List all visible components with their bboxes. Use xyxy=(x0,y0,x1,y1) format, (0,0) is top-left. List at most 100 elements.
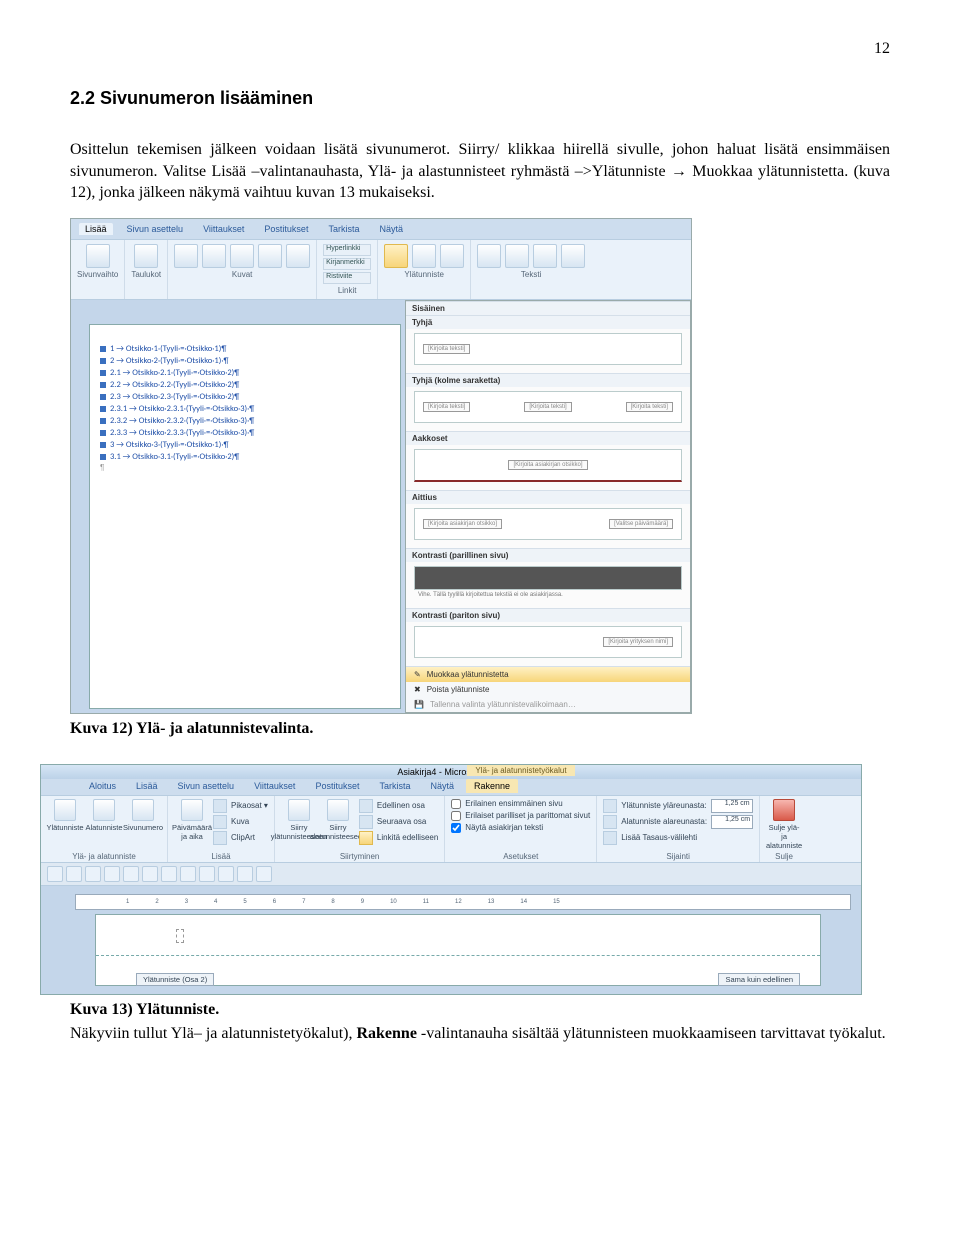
tab-viittaukset[interactable]: Viittaukset xyxy=(197,223,250,235)
pikaosat-button[interactable]: Pikaosat ▾ xyxy=(213,799,268,813)
gallery-option-tyhja[interactable]: Tyhjä xyxy=(406,315,690,329)
qat-icon[interactable] xyxy=(142,866,158,882)
qat-icon[interactable] xyxy=(256,866,272,882)
save-to-gallery-button: 💾Tallenna valinta ylätunnistevalikoimaan… xyxy=(406,697,690,712)
bullet-icon xyxy=(100,454,106,460)
hyperlinkki-button[interactable]: Hyperlinkki xyxy=(323,244,371,256)
clipart-icon[interactable] xyxy=(202,244,226,268)
sivunumero-button[interactable]: Sivunumero xyxy=(125,799,161,832)
tekstikehys-icon[interactable] xyxy=(477,244,501,268)
remove-header-button[interactable]: ✖Poista ylätunniste xyxy=(406,682,690,697)
insert-alignment-tab-button[interactable]: Lisää Tasaus-välilehti xyxy=(603,831,753,845)
kaavio-icon[interactable] xyxy=(286,244,310,268)
date-icon xyxy=(181,799,203,821)
goto-footer-button[interactable]: Siirry alatunnisteeseen xyxy=(320,799,356,841)
qat-icon[interactable] xyxy=(47,866,63,882)
header-gallery[interactable]: Sisäinen Tyhjä [Kirjoita teksti] Tyhjä (… xyxy=(405,300,691,713)
kirjanmerkki-button[interactable]: Kirjanmerkki xyxy=(323,258,371,270)
taulukko-icon[interactable] xyxy=(134,244,158,268)
document-preview: 1 → Otsikko·1·(Tyyli·=·Otsikko·1)¶ 2 → O… xyxy=(89,324,401,709)
gallery-option-aittius[interactable]: Aittius xyxy=(406,490,690,504)
qat-icon[interactable] xyxy=(180,866,196,882)
gallery-option-kontrasti-pariton[interactable]: Kontrasti (pariton sivu) xyxy=(406,608,690,622)
goto-footer-icon xyxy=(327,799,349,821)
anfangi-icon[interactable] xyxy=(561,244,585,268)
different-first-checkbox[interactable]: Erilainen ensimmäinen sivu xyxy=(451,799,590,809)
checkbox[interactable] xyxy=(451,799,461,809)
different-odd-even-checkbox[interactable]: Erilaiset parilliset ja parittomat sivut xyxy=(451,811,590,821)
same-as-previous-tag: Sama kuin edellinen xyxy=(718,973,800,986)
group-label: Ylä- ja alatunniste xyxy=(47,852,161,861)
sivunumero-button[interactable] xyxy=(440,244,464,268)
qat-icon[interactable] xyxy=(123,866,139,882)
qat-icon[interactable] xyxy=(104,866,120,882)
tab-tarkista[interactable]: Tarkista xyxy=(322,223,365,235)
qat-icon[interactable] xyxy=(161,866,177,882)
contextual-tab-label: Ylä- ja alatunnistetyökalut xyxy=(467,765,574,776)
edit-header-button[interactable]: ✎Muokkaa ylätunnistetta xyxy=(406,667,690,682)
prev-section-button[interactable]: Edellinen osa xyxy=(359,799,438,813)
show-doc-text-checkbox[interactable]: Näytä asiakirjan teksti xyxy=(451,823,590,833)
alatunniste-button[interactable] xyxy=(412,244,436,268)
outline-row: 2 → Otsikko·2·(Tyyli·=·Otsikko·1)·¶ xyxy=(100,355,390,367)
tab-lisaa[interactable]: Lisää xyxy=(79,223,113,235)
wordart-icon[interactable] xyxy=(533,244,557,268)
link-to-previous-button[interactable]: Linkitä edelliseen xyxy=(359,831,438,845)
kuva-button[interactable]: Kuva xyxy=(213,815,268,829)
muodot-icon[interactable] xyxy=(230,244,254,268)
gallery-thumb[interactable]: Vihe. Tällä tyylillä kirjoitettua teksti… xyxy=(406,562,690,608)
page-preview[interactable]: Ylätunniste (Osa 2) Sama kuin edellinen xyxy=(95,914,821,986)
close-header-footer-button[interactable]: Sulje ylä- ja alatunniste xyxy=(766,799,802,850)
tab-aloitus[interactable]: Aloitus xyxy=(81,779,124,793)
tab-sivun-asettelu[interactable]: Sivun asettelu xyxy=(170,779,243,793)
body-paragraph: Osittelun tekemisen jälkeen voidaan lisä… xyxy=(70,139,890,204)
group-label: Asetukset xyxy=(451,852,590,861)
kuva-icon[interactable] xyxy=(174,244,198,268)
qat-icon[interactable] xyxy=(218,866,234,882)
ylatunniste-button[interactable]: Ylätunniste xyxy=(47,799,83,832)
pagenum-icon xyxy=(132,799,154,821)
group-label: Sijainti xyxy=(603,852,753,861)
tab-tarkista[interactable]: Tarkista xyxy=(371,779,418,793)
tab-sivun-asettelu[interactable]: Sivun asettelu xyxy=(121,223,190,235)
gallery-thumb[interactable]: [Kirjoita asiakirjan otsikko] [Valitse p… xyxy=(406,504,690,548)
next-section-button[interactable]: Seuraava osa xyxy=(359,815,438,829)
group-siirtyminen: Siirry ylätunnisteeseen Siirry alatunnis… xyxy=(275,796,445,862)
group-asetukset: Erilainen ensimmäinen sivu Erilaiset par… xyxy=(445,796,597,862)
gallery-thumb[interactable]: [Kirjoita teksti] xyxy=(406,329,690,373)
qat-icon[interactable] xyxy=(85,866,101,882)
header-from-top-input[interactable]: 1,25 cm xyxy=(711,799,753,813)
prev-icon xyxy=(359,799,373,813)
footer-from-bottom-input[interactable]: 1,25 cm xyxy=(711,815,753,829)
tab-rakenne[interactable]: Rakenne xyxy=(466,779,518,793)
ruler[interactable]: 123456789101112131415 xyxy=(75,894,851,910)
qat-icon[interactable] xyxy=(199,866,215,882)
qat-icon[interactable] xyxy=(66,866,82,882)
gallery-thumb[interactable]: [Kirjoita yrityksen nimi] xyxy=(406,622,690,666)
tab-nayta[interactable]: Näytä xyxy=(373,223,409,235)
ristiviite-button[interactable]: Ristiviite xyxy=(323,272,371,284)
gallery-option-kolme[interactable]: Tyhjä (kolme saraketta) xyxy=(406,373,690,387)
pvm-button[interactable]: Päivämäärä ja aika xyxy=(174,799,210,841)
tab-postitukset[interactable]: Postitukset xyxy=(307,779,367,793)
ylatunniste-button[interactable] xyxy=(384,244,408,268)
checkbox[interactable] xyxy=(451,811,461,821)
gallery-option-kontrasti-parillinen[interactable]: Kontrasti (parillinen sivu) xyxy=(406,548,690,562)
gallery-thumb[interactable]: [Kirjoita teksti] [Kirjoita teksti] [Kir… xyxy=(406,387,690,431)
qat-icon[interactable] xyxy=(237,866,253,882)
smartart-icon[interactable] xyxy=(258,244,282,268)
bullet-icon xyxy=(100,394,106,400)
tab-nayta[interactable]: Näytä xyxy=(422,779,462,793)
placeholder: [Valitse päivämäärä] xyxy=(609,519,673,529)
pikaosat-icon[interactable] xyxy=(505,244,529,268)
outline-row: 2.1 → Otsikko·2.1·(Tyyli·=·Otsikko·2)¶ xyxy=(100,367,390,379)
checkbox[interactable] xyxy=(451,823,461,833)
tab-viittaukset[interactable]: Viittaukset xyxy=(246,779,303,793)
clipart-button[interactable]: ClipArt xyxy=(213,831,268,845)
alatunniste-button[interactable]: Alatunniste xyxy=(86,799,122,832)
tab-lisaa[interactable]: Lisää xyxy=(128,779,166,793)
gallery-thumb[interactable]: [Kirjoita asiakirjan otsikko] xyxy=(406,445,690,490)
sivunvaihto-icon[interactable] xyxy=(86,244,110,268)
tab-postitukset[interactable]: Postitukset xyxy=(258,223,314,235)
gallery-option-aakkoset[interactable]: Aakkoset xyxy=(406,431,690,445)
